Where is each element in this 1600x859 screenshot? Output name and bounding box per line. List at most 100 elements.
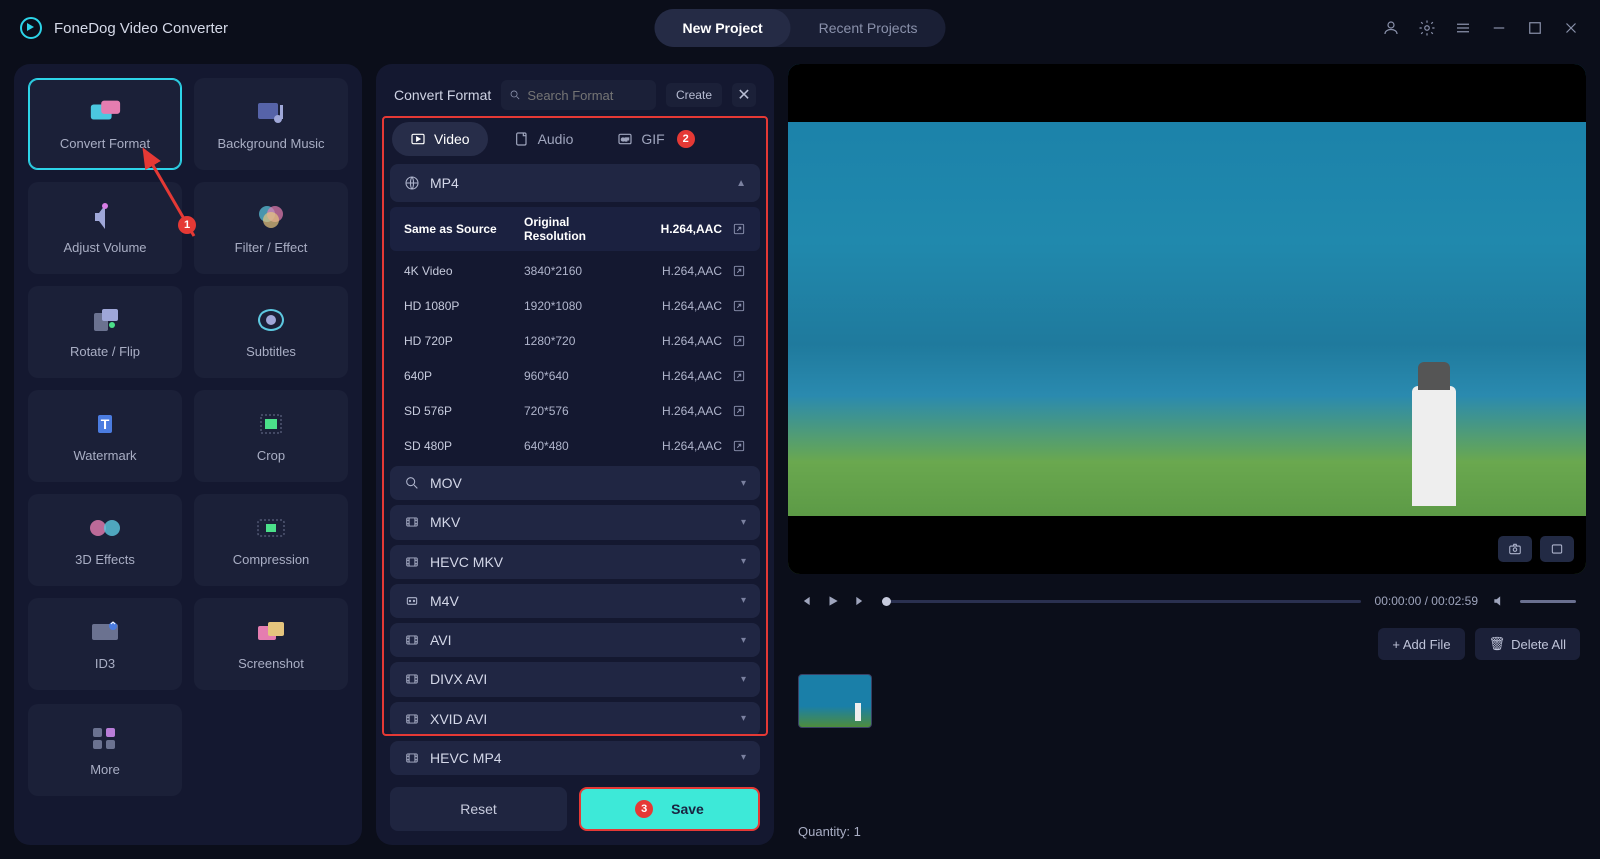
add-file-button[interactable]: + Add File bbox=[1378, 628, 1464, 660]
quantity-label: Quantity: 1 bbox=[788, 824, 1586, 845]
svg-text:GIF: GIF bbox=[621, 137, 629, 142]
tool-more[interactable]: More bbox=[28, 704, 182, 796]
tab-badge: 2 bbox=[677, 130, 695, 148]
tool-convert-format[interactable]: Convert Format bbox=[28, 78, 182, 170]
right-pane: 00:00:00 / 00:02:59 + Add File 🗑Delete A… bbox=[788, 64, 1586, 845]
format-tab-gif[interactable]: GIFGIF2 bbox=[599, 122, 712, 156]
tab-new-project[interactable]: New Project bbox=[655, 9, 791, 47]
menu-icon[interactable] bbox=[1454, 19, 1472, 37]
tool-label: Rotate / Flip bbox=[70, 344, 140, 359]
format-tab-audio[interactable]: Audio bbox=[496, 122, 592, 156]
minimize-icon[interactable] bbox=[1490, 19, 1508, 37]
format-tab-video[interactable]: Video bbox=[392, 122, 488, 156]
preset-row[interactable]: HD 1080P1920*1080H.264,AAC bbox=[390, 291, 760, 321]
titlebar: FoneDog Video Converter New Project Rece… bbox=[0, 0, 1600, 56]
delete-all-button[interactable]: 🗑Delete All bbox=[1475, 628, 1580, 660]
app-logo bbox=[20, 17, 42, 39]
tool-more-label: More bbox=[90, 762, 120, 777]
format-m4v-header[interactable]: M4V▾ bbox=[390, 584, 760, 618]
tool-crop[interactable]: Crop bbox=[194, 390, 348, 482]
format-avi-header[interactable]: AVI▾ bbox=[390, 623, 760, 657]
project-tabs: New Project Recent Projects bbox=[655, 9, 946, 47]
crop-icon bbox=[254, 410, 288, 438]
camera-icon[interactable] bbox=[1498, 536, 1532, 562]
player-controls: 00:00:00 / 00:02:59 bbox=[788, 584, 1586, 618]
tool-label: Screenshot bbox=[238, 656, 304, 671]
screenshot-icon bbox=[254, 618, 288, 646]
tool-compression[interactable]: Compression bbox=[194, 494, 348, 586]
seek-bar[interactable] bbox=[882, 600, 1361, 603]
tool-filter-effect[interactable]: Filter / Effect bbox=[194, 182, 348, 274]
create-button[interactable]: Create bbox=[666, 83, 722, 107]
account-icon[interactable] bbox=[1382, 19, 1400, 37]
play-icon[interactable] bbox=[826, 594, 840, 608]
tool-rotate-flip[interactable]: Rotate / Flip bbox=[28, 286, 182, 378]
format-hevc-mp4-header[interactable]: HEVC MP4▾ bbox=[390, 741, 760, 775]
time-display: 00:00:00 / 00:02:59 bbox=[1375, 594, 1478, 608]
preset-row[interactable]: Same as SourceOriginal ResolutionH.264,A… bbox=[390, 207, 760, 251]
tool-label: Background Music bbox=[218, 136, 325, 151]
tool-label: Watermark bbox=[73, 448, 136, 463]
format-panel: Convert Format Create ✕ VideoAudioGIFGIF… bbox=[376, 64, 774, 845]
search-icon bbox=[509, 88, 521, 102]
tool-screenshot[interactable]: Screenshot bbox=[194, 598, 348, 690]
fullscreen-icon[interactable] bbox=[1540, 536, 1574, 562]
reset-button[interactable]: Reset bbox=[390, 787, 567, 831]
format-mkv-header[interactable]: MKV▾ bbox=[390, 505, 760, 539]
preset-row[interactable]: HD 720P1280*720H.264,AAC bbox=[390, 326, 760, 356]
convert-icon bbox=[88, 98, 122, 126]
search-format[interactable] bbox=[501, 80, 656, 110]
tool-label: Subtitles bbox=[246, 344, 296, 359]
rotate-icon bbox=[88, 306, 122, 334]
volume-icon[interactable] bbox=[1492, 594, 1506, 608]
thumbnail-strip bbox=[788, 670, 1586, 814]
music-icon bbox=[254, 98, 288, 126]
tool-label: Filter / Effect bbox=[235, 240, 308, 255]
format-mp4-header[interactable]: MP4▲ bbox=[390, 164, 760, 202]
preset-row[interactable]: 640P960*640H.264,AAC bbox=[390, 361, 760, 391]
tool-label: ID3 bbox=[95, 656, 115, 671]
close-panel-button[interactable]: ✕ bbox=[732, 83, 756, 107]
gear-icon[interactable] bbox=[1418, 19, 1436, 37]
thumbnail-item[interactable] bbox=[798, 674, 872, 728]
volume-slider[interactable] bbox=[1520, 600, 1576, 603]
search-input[interactable] bbox=[527, 88, 648, 103]
subtitles-icon bbox=[254, 306, 288, 334]
preset-row[interactable]: SD 576P720*576H.264,AAC bbox=[390, 396, 760, 426]
video-preview[interactable] bbox=[788, 64, 1586, 574]
tool-label: Adjust Volume bbox=[63, 240, 146, 255]
tool-background-music[interactable]: Background Music bbox=[194, 78, 348, 170]
watermark-icon: T bbox=[88, 410, 122, 438]
tool-label: Compression bbox=[233, 552, 310, 567]
tool-sidebar: Convert Format Background Music Adjust Vol… bbox=[14, 64, 362, 845]
format-divx-avi-header[interactable]: DIVX AVI▾ bbox=[390, 662, 760, 696]
close-icon[interactable] bbox=[1562, 19, 1580, 37]
tool-watermark[interactable]: T Watermark bbox=[28, 390, 182, 482]
tab-recent-projects[interactable]: Recent Projects bbox=[791, 9, 946, 47]
format-xvid-avi-header[interactable]: XVID AVI▾ bbox=[390, 702, 760, 736]
maximize-icon[interactable] bbox=[1526, 19, 1544, 37]
filter-icon bbox=[254, 202, 288, 230]
tool-label: Crop bbox=[257, 448, 285, 463]
tool-subtitles[interactable]: Subtitles bbox=[194, 286, 348, 378]
format-mov-header[interactable]: MOV▾ bbox=[390, 466, 760, 500]
app-title: FoneDog Video Converter bbox=[54, 20, 228, 37]
preset-row[interactable]: 4K Video3840*2160H.264,AAC bbox=[390, 256, 760, 286]
save-label: Save bbox=[671, 801, 704, 817]
volume-icon bbox=[88, 202, 122, 230]
tool-3d-effects[interactable]: 3D Effects bbox=[28, 494, 182, 586]
svg-text:T: T bbox=[101, 416, 110, 432]
3d-icon bbox=[88, 514, 122, 542]
compress-icon bbox=[254, 514, 288, 542]
save-button[interactable]: 3 Save bbox=[579, 787, 760, 831]
next-icon[interactable] bbox=[854, 594, 868, 608]
tool-label: Convert Format bbox=[60, 136, 150, 151]
annotation-indicator-1: 1 bbox=[178, 216, 196, 234]
preset-row[interactable]: SD 480P640*480H.264,AAC bbox=[390, 431, 760, 461]
save-badge: 3 bbox=[635, 800, 653, 818]
tool-id3[interactable]: ID3 bbox=[28, 598, 182, 690]
format-hevc-mkv-header[interactable]: HEVC MKV▾ bbox=[390, 545, 760, 579]
tool-adjust-volume[interactable]: Adjust Volume bbox=[28, 182, 182, 274]
id3-icon bbox=[88, 618, 122, 646]
prev-icon[interactable] bbox=[798, 594, 812, 608]
